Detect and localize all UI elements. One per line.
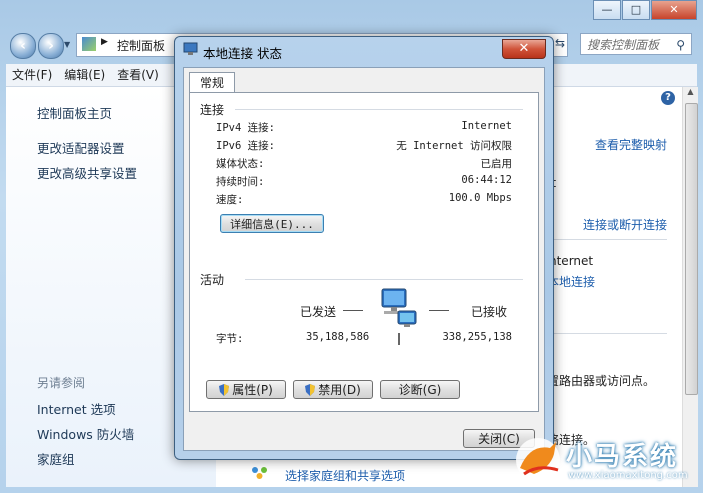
tab-general[interactable]: 常规 — [189, 72, 235, 93]
ipv6-label: IPv6 连接: — [216, 140, 275, 152]
bytes-label: 字节: — [216, 333, 244, 345]
menu-view[interactable]: 查看(V) — [111, 64, 165, 86]
scroll-thumb[interactable] — [685, 103, 698, 395]
connect-disconnect-link[interactable]: 连接或断开连接 — [583, 216, 667, 233]
change-adapter-settings-link[interactable]: 更改适配器设置 — [37, 138, 125, 157]
homegroup-sharing-link[interactable]: 选择家庭组和共享选项 — [285, 467, 405, 484]
properties-button[interactable]: 属性(P) — [206, 380, 286, 399]
speed-value: 100.0 Mbps — [448, 192, 512, 204]
router-setup-partial: 置路由器或访问点。 — [547, 374, 656, 388]
menu-edit[interactable]: 编辑(E) — [58, 64, 111, 86]
scrollbar[interactable]: ▲ — [682, 87, 698, 487]
see-also-heading: 另请参阅 — [37, 376, 86, 390]
group-divider — [245, 279, 523, 280]
duration-value: 06:44:12 — [461, 174, 512, 186]
connection-group-heading: 连接 — [200, 103, 225, 117]
properties-label: 属性(P) — [232, 383, 273, 397]
uac-shield-icon — [305, 383, 316, 396]
uac-shield-icon — [219, 383, 230, 396]
window-controls: — □ ✕ — [592, 0, 697, 20]
help-icon[interactable]: ? — [661, 91, 675, 105]
speed-label: 速度: — [216, 194, 244, 206]
internet-options-link[interactable]: Internet 选项 — [37, 399, 116, 418]
disable-label: 禁用(D) — [318, 383, 361, 397]
search-icon[interactable]: ⚲ — [676, 34, 685, 56]
view-full-map-link[interactable]: 查看完整映射 — [595, 136, 667, 153]
media-state-value: 已启用 — [480, 158, 513, 170]
group-divider — [235, 109, 523, 110]
homegroup-link[interactable]: 家庭组 — [37, 449, 75, 468]
dialog-close-icon[interactable]: ✕ — [502, 39, 546, 59]
bytes-sent-value: 35,188,586 — [306, 331, 370, 343]
homegroup-icon — [250, 465, 270, 481]
control-panel-home-link[interactable]: 控制面板主页 — [37, 103, 112, 122]
control-panel-icon — [82, 37, 96, 51]
duration-label: 持续时间: — [216, 176, 265, 188]
windows-firewall-link[interactable]: Windows 防火墙 — [37, 424, 134, 443]
network-connection-icon — [183, 42, 198, 56]
sent-line — [343, 310, 363, 311]
received-line — [429, 310, 449, 311]
watermark-text: 小马系统 — [566, 442, 679, 472]
received-label: 已接收 — [471, 305, 508, 319]
breadcrumb-arrow-icon[interactable]: ▶ — [101, 37, 108, 47]
recent-pages-icon[interactable]: ▼ — [64, 40, 70, 49]
dialog-body: 常规 连接 IPv4 连接: Internet IPv6 连接: 无 Inter… — [183, 67, 545, 451]
general-tab-panel: 连接 IPv4 连接: Internet IPv6 连接: 无 Internet… — [189, 92, 539, 412]
access-type-partial: nternet — [549, 254, 594, 268]
ipv4-label: IPv4 连接: — [216, 122, 275, 134]
network-computers-icon — [374, 287, 420, 327]
dialog-title: 本地连接 状态 — [203, 46, 282, 61]
disable-button[interactable]: 禁用(D) — [293, 380, 373, 399]
minimize-button[interactable]: — — [593, 0, 621, 20]
breadcrumb-item[interactable]: 控制面板 — [117, 37, 165, 54]
search-input[interactable]: 搜索控制面板 ⚲ — [580, 33, 692, 55]
ipv4-value: Internet — [461, 120, 512, 132]
local-connection-status-dialog: 本地连接 状态 ✕ 常规 连接 IPv4 连接: Internet IPv6 连… — [174, 36, 554, 460]
search-placeholder: 搜索控制面板 — [587, 38, 660, 52]
menu-file[interactable]: 文件(F) — [6, 64, 58, 86]
forward-button[interactable]: › — [38, 33, 64, 59]
activity-group-heading: 活动 — [200, 273, 225, 287]
diagnose-button[interactable]: 诊断(G) — [380, 380, 460, 399]
details-button[interactable]: 详细信息(E)... — [220, 214, 324, 233]
scroll-up-icon[interactable]: ▲ — [684, 87, 697, 101]
local-connection-link[interactable]: 本地连接 — [547, 273, 595, 290]
connector-line — [398, 333, 400, 345]
sent-label: 已发送 — [300, 305, 337, 319]
maximize-button[interactable]: □ — [622, 0, 650, 20]
media-state-label: 媒体状态: — [216, 158, 265, 170]
watermark: 小马系统 www.xiaomaxitong.com — [510, 432, 700, 490]
watermark-url: www.xiaomaxitong.com — [568, 470, 688, 481]
ipv6-value: 无 Internet 访问权限 — [396, 140, 512, 152]
bytes-received-value: 338,255,138 — [442, 331, 512, 343]
back-button[interactable]: ‹ — [10, 33, 36, 59]
refresh-icon[interactable]: ⇆ — [555, 36, 565, 50]
horse-logo-icon — [516, 438, 560, 482]
close-window-button[interactable]: ✕ — [651, 0, 697, 20]
change-advanced-sharing-link[interactable]: 更改高级共享设置 — [37, 163, 137, 182]
divider — [545, 333, 667, 334]
divider — [545, 239, 667, 240]
